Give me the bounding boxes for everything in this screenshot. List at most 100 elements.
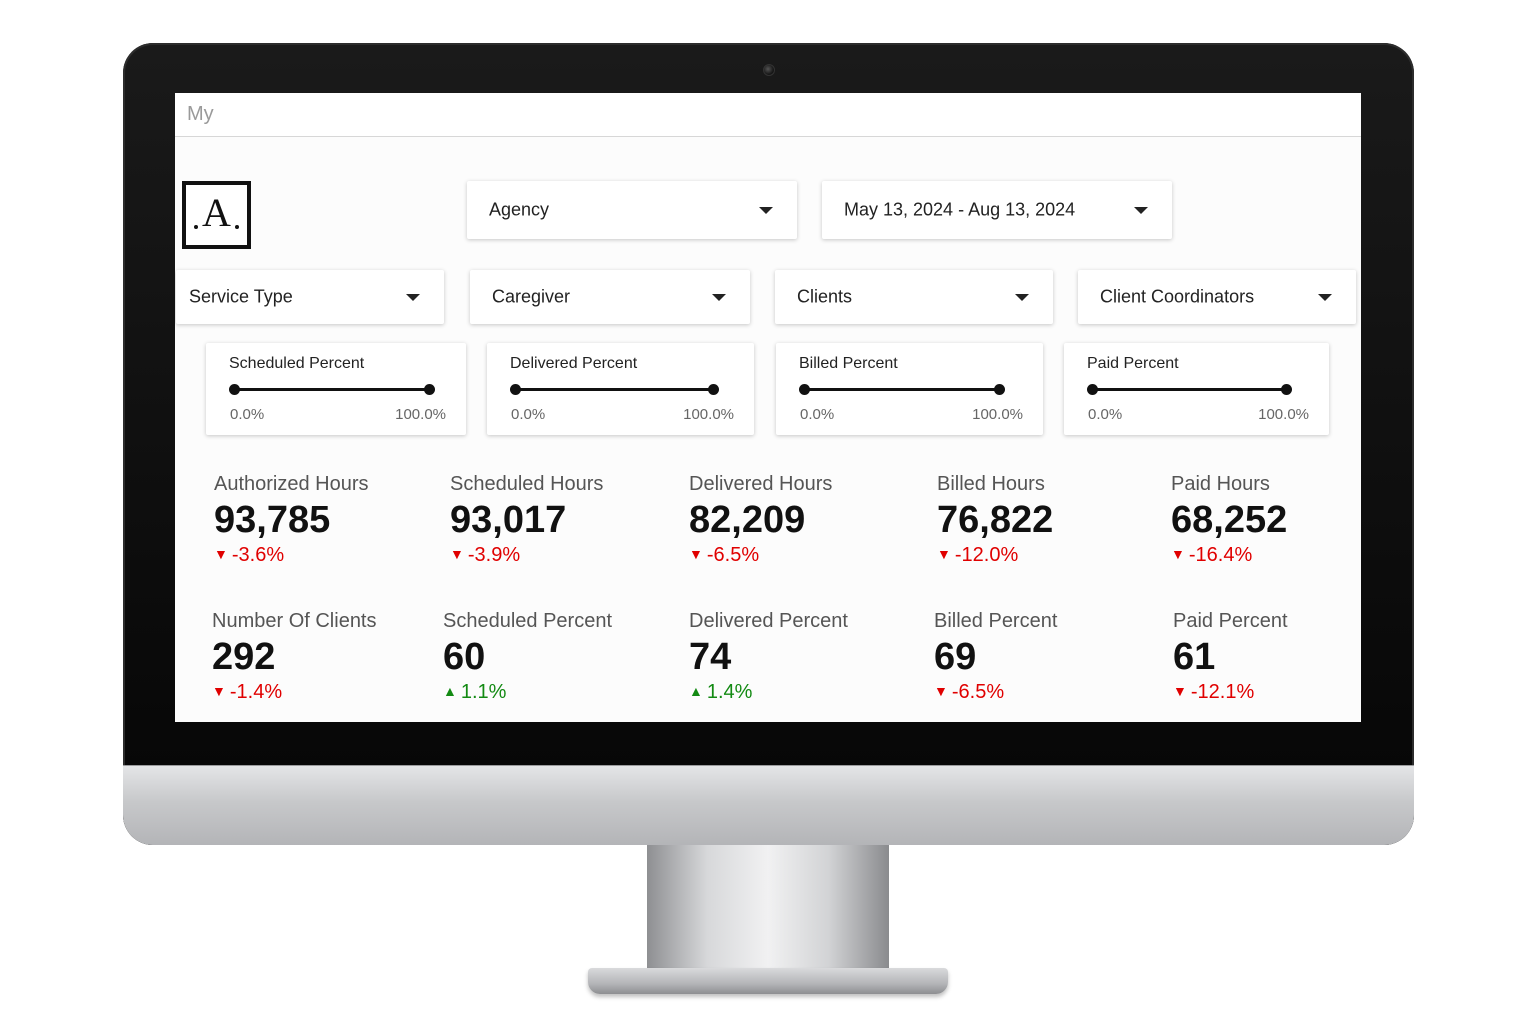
date-range-label: May 13, 2024 - Aug 13, 2024 [844,199,1076,220]
camera-icon [763,64,775,76]
monitor-stand-base [588,968,948,994]
slider-max-label: 100.0% [1258,406,1309,423]
kpi-change-value: 1.4% [706,681,753,703]
slider-max-label: 100.0% [972,406,1023,423]
kpi-value: 76,822 [937,499,1054,541]
slider-track[interactable] [1087,384,1292,395]
kpi-change-value: 1.1% [460,681,507,703]
kpi-change-value: -3.9% [467,544,521,566]
kpi-value: 292 [212,636,276,678]
kpi-label: Scheduled Hours [450,473,604,495]
kpi-label: Billed Hours [937,473,1045,495]
dashboard: A Agency May 13, 2024 - Aug 13, 2024 Ser… [175,137,1361,722]
slider-title: Delivered Percent [510,355,638,372]
service-type-dropdown[interactable]: Service Type [176,270,444,324]
caregiver-dropdown[interactable]: Caregiver [470,270,750,324]
clients-dropdown[interactable]: Clients [775,270,1053,324]
kpi-change: ▼ -12.1% [1173,679,1353,704]
kpi-billed-percent: Billed Percent 69 ▼ -6.5% [934,609,1154,704]
kpi-change: ▼ -16.4% [1171,542,1351,567]
kpi-value: 61 [1173,636,1216,678]
triangle-down-icon: ▼ [689,546,703,562]
screen: My A Agency May 13, 2024 - Aug 13, 2024 … [175,93,1361,722]
kpi-change-value: -6.5% [706,544,760,566]
logo-dot-right [235,225,239,229]
triangle-down-icon: ▼ [1171,546,1185,562]
kpi-paid-hours: Paid Hours 68,252 ▼ -16.4% [1171,472,1351,567]
slider-track[interactable] [799,384,1005,395]
slider-title: Scheduled Percent [229,355,365,372]
kpi-value: 74 [689,636,732,678]
kpi-change: ▼ -6.5% [934,679,1154,704]
kpi-label: Billed Percent [934,610,1058,632]
kpi-change-value: -12.1% [1190,681,1255,703]
kpi-value: 93,785 [214,499,331,541]
delivered-percent-slider: Delivered Percent 0.0% 100.0% [487,343,754,435]
kpi-change: ▲ 1.1% [443,679,663,704]
app-title: My [187,103,214,125]
triangle-down-icon: ▼ [212,683,226,699]
kpi-authorized-hours: Authorized Hours 93,785 ▼ -3.6% [214,472,434,567]
slider-max-label: 100.0% [683,406,734,423]
clients-label: Clients [797,286,853,307]
slider-min-handle[interactable] [799,384,810,395]
triangle-down-icon: ▼ [934,683,948,699]
slider-track[interactable] [510,384,719,395]
kpi-delivered-hours: Delivered Hours 82,209 ▼ -6.5% [689,472,909,567]
kpi-label: Paid Hours [1171,473,1270,495]
caret-down-icon [406,294,420,301]
kpi-change: ▼ -1.4% [212,679,432,704]
slider-min-handle[interactable] [510,384,521,395]
kpi-billed-hours: Billed Hours 76,822 ▼ -12.0% [937,472,1157,567]
triangle-down-icon: ▼ [214,546,228,562]
slider-min-label: 0.0% [800,406,835,423]
app-header: My [175,93,1361,137]
caret-down-icon [1134,207,1148,214]
monitor-chin [123,765,1414,845]
logo-dot-left [194,225,198,229]
slider-track[interactable] [229,384,435,395]
kpi-number-of-clients: Number Of Clients 292 ▼ -1.4% [212,609,432,704]
slider-min-label: 0.0% [230,406,265,423]
slider-min-handle[interactable] [1087,384,1098,395]
kpi-change-value: -1.4% [229,681,283,703]
kpi-label: Delivered Hours [689,473,833,495]
slider-max-handle[interactable] [424,384,435,395]
paid-percent-slider: Paid Percent 0.0% 100.0% [1064,343,1329,435]
triangle-down-icon: ▼ [937,546,951,562]
billed-percent-slider: Billed Percent 0.0% 100.0% [776,343,1043,435]
kpi-scheduled-hours: Scheduled Hours 93,017 ▼ -3.9% [450,472,670,567]
kpi-scheduled-percent: Scheduled Percent 60 ▲ 1.1% [443,609,663,704]
kpi-value: 68,252 [1171,499,1288,541]
kpi-change-value: -3.6% [231,544,285,566]
kpi-change: ▼ -6.5% [689,542,909,567]
date-range-dropdown[interactable]: May 13, 2024 - Aug 13, 2024 [822,181,1172,239]
kpi-value: 60 [443,636,486,678]
kpi-label: Delivered Percent [689,610,848,632]
triangle-down-icon: ▼ [450,546,464,562]
slider-max-handle[interactable] [1281,384,1292,395]
kpi-delivered-percent: Delivered Percent 74 ▲ 1.4% [689,609,909,704]
slider-title: Paid Percent [1087,355,1179,372]
agency-dropdown-label: Agency [489,199,550,220]
slider-max-handle[interactable] [994,384,1005,395]
slider-min-label: 0.0% [1088,406,1123,423]
kpi-change-value: -6.5% [951,681,1005,703]
kpi-change: ▼ -3.6% [214,542,434,567]
slider-max-label: 100.0% [395,406,446,423]
triangle-down-icon: ▼ [1173,683,1187,699]
kpi-label: Paid Percent [1173,610,1288,632]
kpi-change: ▼ -3.9% [450,542,670,567]
monitor-stand [647,845,889,973]
agency-dropdown[interactable]: Agency [467,181,797,239]
kpi-paid-percent: Paid Percent 61 ▼ -12.1% [1173,609,1353,704]
kpi-value: 93,017 [450,499,567,541]
triangle-up-icon: ▲ [689,683,703,699]
service-type-label: Service Type [189,286,293,307]
slider-max-handle[interactable] [708,384,719,395]
client-coordinators-dropdown[interactable]: Client Coordinators [1078,270,1356,324]
letter-a-logo: A [182,181,251,249]
caregiver-label: Caregiver [492,286,571,307]
kpi-change-value: -12.0% [954,544,1019,566]
slider-min-handle[interactable] [229,384,240,395]
